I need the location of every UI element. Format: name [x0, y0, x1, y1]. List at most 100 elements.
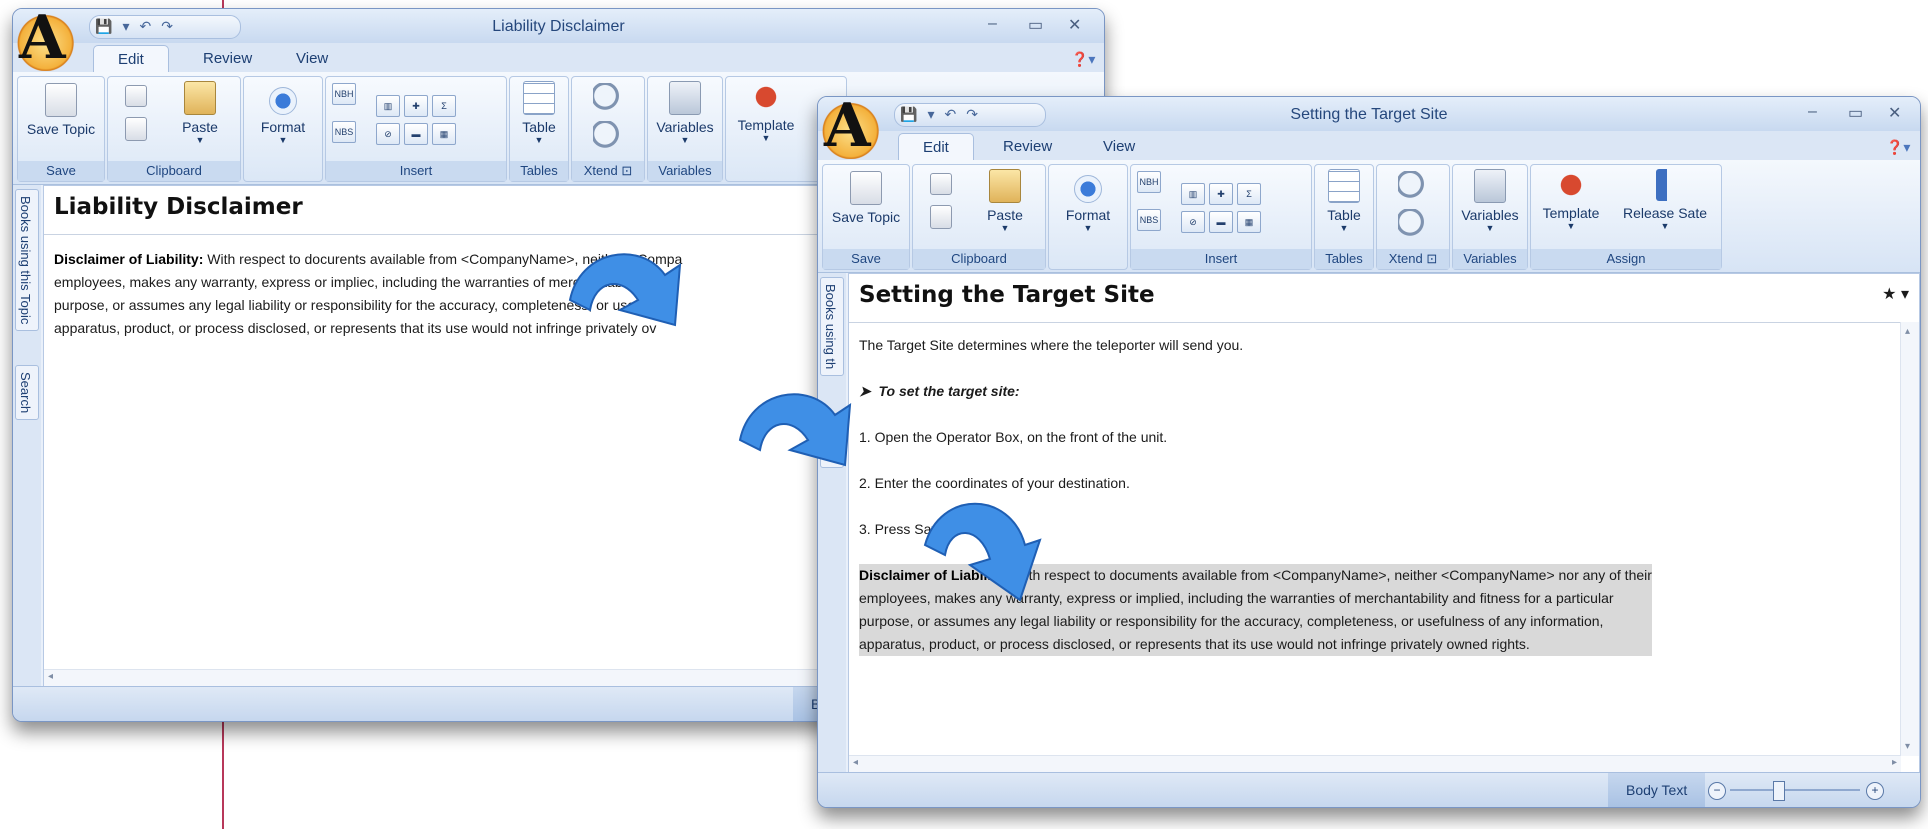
help-icon[interactable]: ❓▾ — [1071, 51, 1095, 68]
cut-button[interactable] — [116, 85, 156, 111]
chevron-down-icon: ▼ — [761, 133, 771, 143]
nbh-button[interactable]: NBH — [1137, 171, 1161, 193]
table-button[interactable]: Table ▼ — [516, 81, 562, 145]
dialog-launcher-icon[interactable]: ⊡ — [1426, 251, 1437, 266]
tab-review[interactable]: Review — [1003, 138, 1052, 155]
app-logo[interactable]: A — [13, 9, 81, 73]
horizontal-scrollbar[interactable]: ◂ ▸ — [849, 755, 1901, 772]
nbs-button[interactable]: NBS — [1137, 209, 1161, 231]
variables-button[interactable]: Variables ▼ — [1457, 169, 1523, 233]
tab-view[interactable]: View — [296, 50, 328, 67]
paste-button[interactable]: Paste ▼ — [170, 81, 230, 145]
gallery-icon[interactable]: ▦ — [1237, 211, 1261, 233]
tab-edit[interactable]: Edit — [898, 133, 974, 162]
scroll-right-icon[interactable]: ▸ — [1892, 757, 1897, 768]
procedure-heading[interactable]: ➤ To set the target site: — [859, 380, 1020, 403]
favorite-star-icon[interactable]: ★ ▾ — [1882, 284, 1909, 304]
format-button[interactable]: Format ▼ — [252, 87, 314, 145]
sigma-button[interactable]: Σ — [1237, 183, 1261, 205]
replace-button[interactable] — [592, 121, 624, 157]
paragraph-style-indicator[interactable]: Body Text — [1608, 773, 1706, 807]
qat-dropdown-icon[interactable]: ▾ — [122, 18, 129, 35]
redo-icon[interactable]: ↷ — [161, 18, 173, 35]
redo-icon[interactable]: ↷ — [966, 106, 978, 123]
help-icon[interactable]: ❓▾ — [1886, 139, 1910, 156]
format-button[interactable]: Format ▼ — [1057, 175, 1119, 233]
save-topic-button[interactable]: Save Topic — [24, 83, 98, 137]
undo-icon[interactable]: ↶ — [139, 18, 151, 35]
link-icon[interactable]: ⊘ — [376, 123, 400, 145]
gallery-icon[interactable]: ▦ — [432, 123, 456, 145]
template-button[interactable]: Template ▼ — [730, 81, 802, 143]
chart-insert-icon[interactable]: ▥ — [1181, 183, 1205, 205]
group-tables: Table ▼ Tables — [1314, 164, 1374, 270]
scroll-left-icon[interactable]: ◂ — [48, 671, 53, 682]
template-icon — [1556, 169, 1586, 201]
paste-icon — [989, 169, 1021, 203]
tab-review[interactable]: Review — [203, 50, 252, 67]
link-icon[interactable]: ⊘ — [1181, 211, 1205, 233]
maximize-icon[interactable]: ▭ — [1848, 103, 1863, 123]
curved-arrow-1 — [568, 253, 682, 327]
find-button[interactable] — [592, 83, 624, 119]
group-insert: NBH NBS ▥ ✚ Σ ⊘ ▬ ▦ Insert — [325, 76, 507, 182]
sigma-button[interactable]: Σ — [432, 95, 456, 117]
template-button[interactable]: Template ▼ — [1535, 169, 1607, 231]
close-icon[interactable]: ✕ — [1888, 103, 1901, 123]
status-bar: Body Text − + — [818, 772, 1920, 807]
save-icon[interactable]: 💾 — [900, 106, 917, 123]
intro-paragraph[interactable]: The Target Site determines where the tel… — [859, 334, 1243, 357]
ribbon-tabs: Edit Review View ❓▾ — [818, 131, 1920, 162]
zoom-slider-thumb[interactable] — [1773, 781, 1785, 801]
copy-button[interactable] — [116, 117, 156, 145]
scroll-up-icon[interactable]: ▴ — [1905, 326, 1910, 337]
app-logo[interactable]: A — [818, 97, 886, 161]
group-variables: Variables ▼ Variables — [647, 76, 723, 182]
step-1[interactable]: 1. Open the Operator Box, on the front o… — [859, 426, 1167, 449]
ribbon: Save Topic Save Paste ▼ Clipboard Format… — [818, 160, 1920, 273]
maximize-icon[interactable]: ▭ — [1028, 15, 1043, 35]
minimize-icon[interactable]: – — [988, 15, 997, 33]
release-state-button[interactable]: Release Sate ▼ — [1613, 169, 1717, 231]
puzzle-icon[interactable]: ✚ — [1209, 183, 1233, 205]
copy-button[interactable] — [921, 205, 961, 233]
puzzle-icon[interactable]: ✚ — [404, 95, 428, 117]
paragraph-line: apparatus, product, or process disclosed… — [859, 636, 1530, 652]
vertical-scrollbar[interactable]: ▴ ▾ — [1900, 322, 1919, 756]
group-label: Tables — [510, 161, 568, 181]
close-icon[interactable]: ✕ — [1068, 15, 1081, 35]
zoom-slider-track[interactable] — [1730, 789, 1860, 791]
image-icon[interactable]: ▬ — [1209, 211, 1233, 233]
dialog-launcher-icon[interactable]: ⊡ — [621, 163, 632, 178]
cut-button[interactable] — [921, 173, 961, 199]
table-button[interactable]: Table ▼ — [1321, 169, 1367, 233]
table-icon — [523, 81, 555, 115]
paste-button[interactable]: Paste ▼ — [975, 169, 1035, 233]
nbs-button[interactable]: NBS — [332, 121, 356, 143]
zoom-in-button[interactable]: + — [1866, 782, 1884, 800]
tab-edit[interactable]: Edit — [93, 45, 169, 74]
group-insert: NBH NBS ▥ ✚ Σ ⊘ ▬ ▦ Insert — [1130, 164, 1312, 270]
tab-books-using-topic[interactable]: Books using this Topic — [15, 189, 39, 332]
paste-icon — [184, 81, 216, 115]
image-icon[interactable]: ▬ — [404, 123, 428, 145]
replace-button[interactable] — [1397, 209, 1429, 245]
tab-view[interactable]: View — [1103, 138, 1135, 155]
zoom-out-button[interactable]: − — [1708, 782, 1726, 800]
variables-icon — [1474, 169, 1506, 203]
curved-arrow-3 — [923, 502, 1042, 602]
save-icon[interactable]: 💾 — [95, 18, 112, 35]
variables-button[interactable]: Variables ▼ — [652, 81, 718, 145]
qat-dropdown-icon[interactable]: ▾ — [927, 106, 934, 123]
tab-search[interactable]: Search — [15, 365, 39, 421]
undo-icon[interactable]: ↶ — [944, 106, 956, 123]
minimize-icon[interactable]: – — [1808, 103, 1817, 121]
scroll-down-icon[interactable]: ▾ — [1905, 741, 1910, 752]
group-format: Format ▼ — [243, 76, 323, 182]
tab-books-using-topic[interactable]: Books using th — [820, 277, 844, 377]
save-topic-button[interactable]: Save Topic — [829, 171, 903, 225]
nbh-button[interactable]: NBH — [332, 83, 356, 105]
find-button[interactable] — [1397, 171, 1429, 207]
scroll-left-icon[interactable]: ◂ — [853, 757, 858, 768]
chart-insert-icon[interactable]: ▥ — [376, 95, 400, 117]
